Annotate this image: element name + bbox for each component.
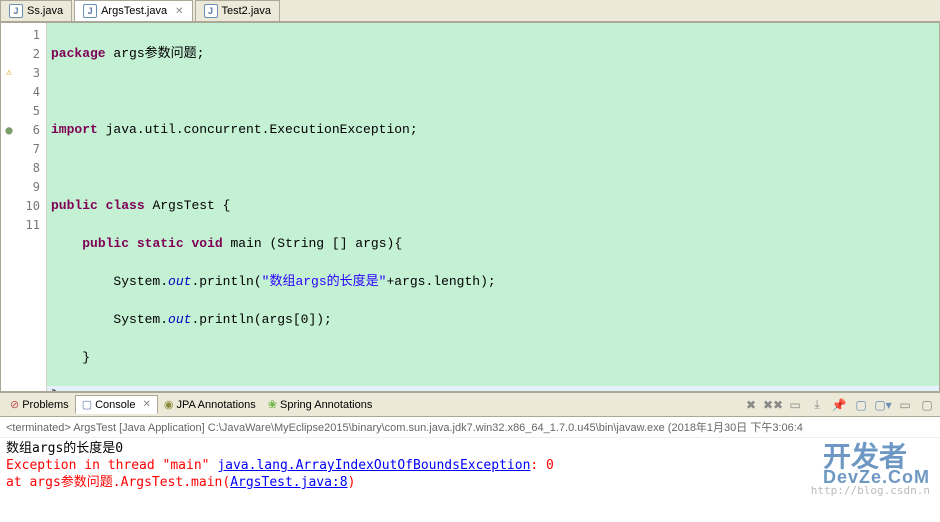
line-number: 8 (17, 161, 46, 175)
watermark-url: http://blog.csdn.n (811, 482, 930, 499)
console-error-line: at args参数问题.ArgsTest.main(ArgsTest.java:… (6, 474, 934, 491)
warning-icon[interactable]: ⚠ (1, 67, 17, 78)
minimize-icon[interactable]: ▭ (896, 396, 914, 414)
clear-console-icon[interactable]: ▭ (786, 396, 804, 414)
close-icon[interactable]: ✕ (142, 399, 150, 410)
code-editor: 1 2 ⚠3 4 5 ●6 7 8 9 10 11 package args参数… (0, 22, 940, 392)
tab-spring[interactable]: ❀ Spring Annotations (262, 396, 379, 413)
line-number: 10 (17, 199, 46, 213)
jpa-icon: ◉ (164, 398, 174, 411)
tab-argstest[interactable]: J ArgsTest.java ✕ (74, 0, 192, 21)
line-number: 9 (17, 180, 46, 194)
console-panel: ⊘ Problems ▢ Console ✕ ◉ JPA Annotations… (0, 392, 940, 522)
tab-ss[interactable]: J Ss.java (0, 0, 72, 21)
tab-jpa[interactable]: ◉ JPA Annotations (158, 396, 262, 413)
console-line: 数组args的长度是0 (6, 440, 934, 457)
tab-test2[interactable]: J Test2.java (195, 0, 281, 21)
open-console-icon[interactable]: ▢▾ (874, 396, 892, 414)
line-number: 11 (17, 218, 46, 232)
line-number: 5 (17, 104, 46, 118)
console-output[interactable]: 数组args的长度是0 Exception in thread "main" j… (0, 438, 940, 522)
line-number: 1 (17, 28, 46, 42)
console-status: <terminated> ArgsTest [Java Application]… (0, 417, 940, 438)
code-area[interactable]: package args参数问题; import java.util.concu… (47, 23, 939, 391)
watermark: 开发者DevZe.CoM (823, 448, 930, 486)
problems-icon: ⊘ (10, 398, 19, 411)
remove-launch-icon[interactable]: ✖ (742, 396, 760, 414)
console-tabs: ⊘ Problems ▢ Console ✕ ◉ JPA Annotations… (0, 393, 940, 417)
pin-console-icon[interactable]: 📌 (830, 396, 848, 414)
close-icon[interactable]: ✕ (175, 6, 183, 17)
tab-problems[interactable]: ⊘ Problems (4, 396, 75, 413)
tab-label: ArgsTest.java (101, 5, 167, 17)
console-icon: ▢ (82, 398, 92, 411)
remove-all-icon[interactable]: ✖✖ (764, 396, 782, 414)
java-file-icon: J (204, 4, 218, 18)
spring-icon: ❀ (268, 398, 277, 411)
java-file-icon: J (9, 4, 23, 18)
tab-console[interactable]: ▢ Console ✕ (75, 395, 158, 414)
line-number: 4 (17, 85, 46, 99)
line-number: 6 (17, 123, 46, 137)
method-marker-icon: ● (1, 123, 17, 137)
editor-tabs: J Ss.java J ArgsTest.java ✕ J Test2.java (0, 0, 940, 22)
console-error-line: Exception in thread "main" java.lang.Arr… (6, 457, 934, 474)
scroll-lock-icon[interactable]: ⤓ (808, 396, 826, 414)
exception-link[interactable]: java.lang.ArrayIndexOutOfBoundsException (217, 458, 530, 473)
display-selected-icon[interactable]: ▢ (852, 396, 870, 414)
line-number: 3 (17, 66, 46, 80)
console-toolbar: ✖ ✖✖ ▭ ⤓ 📌 ▢ ▢▾ ▭ ▢ (742, 396, 936, 414)
maximize-icon[interactable]: ▢ (918, 396, 936, 414)
source-link[interactable]: ArgsTest.java:8 (230, 475, 347, 490)
tab-label: Test2.java (222, 5, 272, 17)
java-file-icon: J (83, 4, 97, 18)
line-number: 2 (17, 47, 46, 61)
gutter: 1 2 ⚠3 4 5 ●6 7 8 9 10 11 (1, 23, 47, 391)
tab-label: Ss.java (27, 5, 63, 17)
line-number: 7 (17, 142, 46, 156)
